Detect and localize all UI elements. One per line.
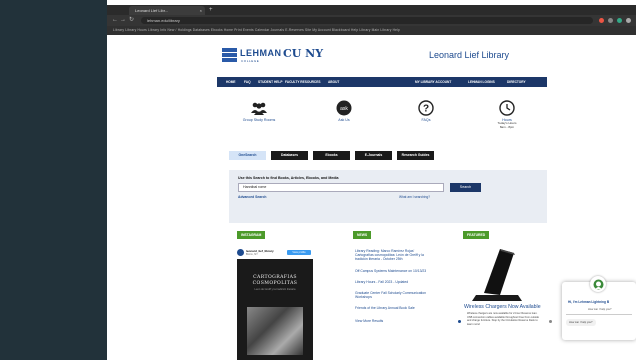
quick-link-group-study[interactable]: Group Study Rooms <box>229 100 289 122</box>
featured-heading: FEATURED <box>463 231 490 239</box>
lehman-logo-sub: COLLEGE <box>241 59 260 63</box>
extension-icon[interactable] <box>599 18 604 23</box>
quick-link-label: Ask Us <box>338 118 350 122</box>
question-icon: ? <box>418 100 434 116</box>
chat-logo-icon <box>590 276 606 292</box>
chat-divider <box>566 314 632 315</box>
news-item[interactable]: Off Campus Systems Maintenance on 10/13/… <box>355 269 429 273</box>
quick-link-ask-us[interactable]: ask Ask Us <box>314 100 374 122</box>
book-subtitle: Leon de Greiff y la tradición literaria <box>254 288 296 291</box>
new-tab-button[interactable]: + <box>209 6 213 15</box>
nav-lehman-logins[interactable]: LEHMAN LOGINS <box>468 77 495 87</box>
book-title-line-2: COSMOPOLITAS <box>252 281 298 286</box>
close-tab-icon[interactable]: × <box>200 6 202 15</box>
view-profile-button[interactable]: View profile <box>287 250 311 255</box>
forward-icon[interactable]: → <box>120 17 126 24</box>
nav-about[interactable]: ABOUT <box>328 77 339 87</box>
chat-bubble-icon: ask <box>336 100 352 116</box>
news-item[interactable]: Library Hours - Fall 2023 - Updated <box>355 280 429 284</box>
main-nav: HOME FAQ STUDENT HELP FACULTY RESOURCES … <box>217 77 547 87</box>
search-panel: Use this Search to find Books, Articles,… <box>229 170 547 223</box>
extension-icon[interactable] <box>608 18 613 23</box>
news-item[interactable]: Library Reading: Marco Ramírez Rojas' Ca… <box>355 249 429 262</box>
quick-link-faqs[interactable]: ? FAQs <box>396 100 456 122</box>
wireless-charger-image[interactable] <box>462 243 532 305</box>
menu-icon[interactable] <box>626 18 631 23</box>
search-button[interactable]: Search <box>450 183 481 192</box>
what-am-i-searching-link[interactable]: What am I searching? <box>399 195 430 199</box>
nav-home[interactable]: HOME <box>226 77 236 87</box>
quick-link-hours[interactable]: Hours Today's Hours 8am - 8pm <box>477 100 537 129</box>
url-input[interactable]: lehman.edu/library <box>141 17 593 24</box>
nav-student-help[interactable]: STUDENT HELP <box>258 77 282 87</box>
tab-ebooks[interactable]: Ebooks <box>313 151 350 160</box>
featured-text: Wireless chargers are now available for … <box>467 312 539 326</box>
news-heading: NEWS <box>353 231 372 239</box>
news-item[interactable]: Graduate Center Fall Scholarly Communica… <box>355 291 429 299</box>
library-title[interactable]: Leonard Lief Library <box>429 50 509 60</box>
chat-widget[interactable]: Hi, I'm Lehman Lightning B How can I hel… <box>562 276 636 340</box>
carousel-dot[interactable] <box>549 320 552 323</box>
instagram-image[interactable]: CARTOGRAFIAS COSMOPOLITAS Leon de Greiff … <box>237 259 313 360</box>
cuny-logo[interactable]: CU NY <box>283 47 323 60</box>
nav-faculty-resources[interactable]: FACULTY RESOURCES <box>285 77 320 87</box>
nav-directory[interactable]: DIRECTORY <box>507 77 526 87</box>
carousel-dot[interactable] <box>458 320 461 323</box>
chat-greeting: Hi, I'm Lehman Lightning B <box>568 300 610 304</box>
browser-tab[interactable]: Leonard Lief Libr... × <box>129 6 205 15</box>
site-header: LEHMAN COLLEGE CU NY Leonard Lief Librar… <box>107 35 636 75</box>
lehman-logo-text[interactable]: LEHMAN <box>240 48 282 58</box>
chat-message-input[interactable]: How can I help you? <box>566 319 596 326</box>
tab-research-guides[interactable]: Research Guides <box>397 151 434 160</box>
instagram-location: Bronx, NY <box>246 253 258 256</box>
tab-ejournals[interactable]: E-Journals <box>355 151 392 160</box>
group-icon <box>251 100 267 116</box>
bookmarks-bar[interactable]: Library Library Hours Library Info New /… <box>107 26 636 35</box>
featured-title[interactable]: Wireless Chargers Now Available <box>464 304 541 310</box>
reload-icon[interactable]: ↻ <box>129 17 134 24</box>
book-cover-photo <box>247 307 303 355</box>
news-item[interactable]: Friends of the Library Annual Book Sale <box>355 306 429 310</box>
book-title-line-1: CARTOGRAFIAS <box>253 275 297 280</box>
tab-title: Leonard Lief Libr... <box>135 8 169 13</box>
news-list: Library Reading: Marco Ramírez Rojas' Ca… <box>355 249 429 323</box>
tab-onesearch[interactable]: OneSearch <box>229 151 266 160</box>
lehman-logo-icon <box>222 48 237 62</box>
quick-link-label: Group Study Rooms <box>242 118 276 122</box>
clock-icon <box>499 100 515 116</box>
svg-text:ask: ask <box>340 106 348 112</box>
avatar <box>237 249 244 256</box>
search-label: Use this Search to find Books, Articles,… <box>238 176 339 180</box>
nav-my-account[interactable]: MY LIBRARY ACCOUNT <box>415 77 451 87</box>
tab-bar: Leonard Lief Libr... × + <box>107 5 636 21</box>
nav-faq[interactable]: FAQ <box>244 77 251 87</box>
back-icon[interactable]: ← <box>112 17 118 24</box>
instagram-heading: INSTAGRAM <box>237 231 266 239</box>
view-more-results-link[interactable]: View More Results <box>355 319 429 323</box>
chat-prompt: How can I help you? <box>588 308 612 311</box>
left-desktop-panel <box>0 0 107 360</box>
profile-icon[interactable] <box>617 18 622 23</box>
browser-window: Leonard Lief Libr... × + ← → ↻ lehman.ed… <box>107 0 636 360</box>
search-input[interactable]: Hannibal rome <box>238 183 444 192</box>
address-bar-row: ← → ↻ lehman.edu/library <box>107 15 636 26</box>
tab-databases[interactable]: Databases <box>271 151 308 160</box>
svg-text:?: ? <box>423 104 429 115</box>
advanced-search-link[interactable]: Advanced Search <box>238 195 266 199</box>
web-page: LEHMAN COLLEGE CU NY Leonard Lief Librar… <box>107 35 636 360</box>
todays-hours-value: 8am - 8pm <box>499 124 515 129</box>
quick-link-label: FAQs <box>421 118 431 122</box>
instagram-post[interactable]: leonard_lief_library Bronx, NY View prof… <box>237 247 313 360</box>
